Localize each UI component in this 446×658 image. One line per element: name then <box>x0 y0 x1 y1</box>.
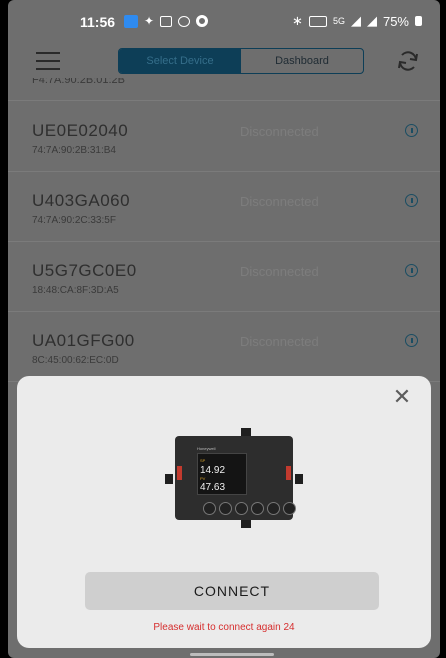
twitter-icon: ✦ <box>144 14 155 28</box>
notification-icons: ✦ <box>124 14 209 28</box>
device-status: Disconnected <box>240 334 319 349</box>
battery-percent: 75% <box>382 13 409 29</box>
device-name: U403GA060 <box>32 191 131 210</box>
connect-button[interactable]: CONNECT <box>85 572 379 610</box>
tab-dashboard[interactable]: Dashboard <box>241 49 363 73</box>
pv-tag: PV <box>200 476 206 481</box>
device-keys <box>203 502 296 515</box>
mount-clip <box>241 520 251 528</box>
top-toolbar: Select Device Dashboard <box>8 44 440 78</box>
menu-icon[interactable] <box>36 52 60 70</box>
device-mac: 74:7A:90:2B:31:B4 <box>32 145 116 156</box>
view-toggle: Select Device Dashboard <box>118 48 364 74</box>
pv-value: 47.63 <box>200 482 226 493</box>
controller-device-image: Honeywell SP 14.92 PV 47.63 <box>161 428 307 528</box>
device-name: UA01GFG00 <box>32 331 135 350</box>
device-row-ue0e02040[interactable]: UE0E02040 74:7A:90:2B:31:B4 Disconnected <box>8 101 440 172</box>
device-mac: 8C:45:00:62:EC:0D <box>32 355 119 366</box>
volte-icon <box>308 15 327 27</box>
sp-value: 14.92 <box>200 465 226 476</box>
connect-bottom-sheet: ✕ Honeywell SP 14.92 PV 47.63 CONNECT Pl… <box>17 376 431 648</box>
wait-message: Please wait to connect again 24 <box>153 622 295 633</box>
info-icon[interactable] <box>405 264 418 277</box>
signal-icon: ◢ <box>350 13 361 28</box>
bluetooth-icon: ∗ <box>292 13 303 28</box>
mount-clip <box>165 474 173 484</box>
controller-body: Honeywell SP 14.92 PV 47.63 <box>175 436 296 520</box>
red-latch <box>177 466 182 480</box>
red-latch <box>286 466 291 480</box>
info-icon[interactable] <box>405 124 418 137</box>
device-name: UE0E02040 <box>32 121 129 140</box>
close-icon[interactable]: ✕ <box>391 386 413 408</box>
status-time: 11:56 <box>80 14 116 30</box>
mount-clip <box>241 428 251 436</box>
sp-tag: SP <box>200 458 206 463</box>
system-icons: ∗ 5G ◢ ◢ 75% <box>292 13 422 29</box>
signal-icon-2: ◢ <box>366 13 377 28</box>
battery-icon <box>415 16 422 26</box>
mount-clip <box>295 474 303 484</box>
messenger-icon <box>124 14 138 28</box>
device-status: Disconnected <box>240 264 319 279</box>
list-item-partial[interactable]: F4:7A:90:2B:01:2B <box>8 78 440 101</box>
device-row-u5g7gc0e0[interactable]: U5G7GC0E0 18:48:CA:8F:3D:A5 Disconnected <box>8 241 440 312</box>
refresh-icon[interactable] <box>396 49 420 73</box>
tab-select-device[interactable]: Select Device <box>119 49 241 73</box>
device-name: U5G7GC0E0 <box>32 261 137 280</box>
device-mac: 74:7A:90:2C:33:5F <box>32 215 116 226</box>
network-indicator: 5G <box>332 16 345 26</box>
chat-icon <box>178 15 191 27</box>
home-indicator[interactable] <box>190 653 274 656</box>
device-mac: 18:48:CA:8F:3D:A5 <box>32 285 119 296</box>
device-status: Disconnected <box>240 194 319 209</box>
gallery-icon <box>160 15 173 27</box>
device-mac: F4:7A:90:2B:01:2B <box>32 78 125 86</box>
device-row-u403ga060[interactable]: U403GA060 74:7A:90:2C:33:5F Disconnected <box>8 171 440 242</box>
circle-icon <box>196 15 209 27</box>
device-brand: Honeywell <box>197 446 216 451</box>
device-row-ua01gfg00[interactable]: UA01GFG00 8C:45:00:62:EC:0D Disconnected <box>8 311 440 382</box>
device-status: Disconnected <box>240 124 319 139</box>
info-icon[interactable] <box>405 334 418 347</box>
status-bar: 11:56 ✦ ∗ 5G ◢ ◢ 75% <box>8 0 440 44</box>
info-icon[interactable] <box>405 194 418 207</box>
